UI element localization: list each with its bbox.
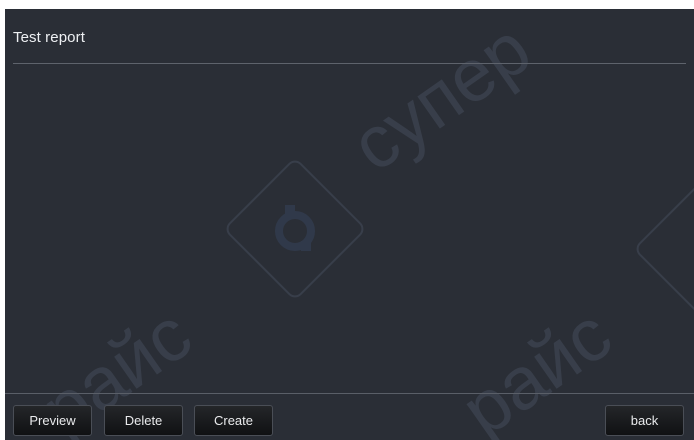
title-divider xyxy=(13,63,686,64)
preview-button[interactable]: Preview xyxy=(13,405,92,436)
page-title: Test report xyxy=(13,29,85,46)
create-button[interactable]: Create xyxy=(194,405,273,436)
bottom-toolbar: Preview Delete Create back xyxy=(5,393,694,440)
test-report-screen: супер райс райс Test report Preview Dele… xyxy=(5,9,694,440)
back-button[interactable]: back xyxy=(605,405,684,436)
delete-button[interactable]: Delete xyxy=(104,405,183,436)
report-list-area[interactable] xyxy=(13,65,686,392)
